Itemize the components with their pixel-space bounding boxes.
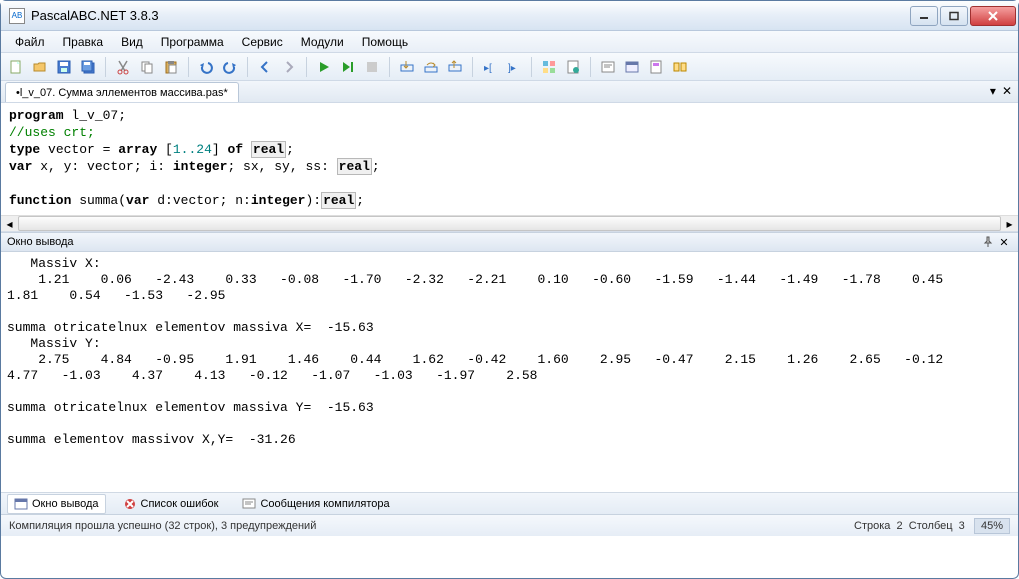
output-text: Massiv X: 1.21 0.06 -2.43 0.33 -0.08 -1.… (1, 252, 1018, 452)
file-tab-label: •l_v_07. Сумма эллементов массива.pas* (16, 87, 228, 99)
file-tab[interactable]: •l_v_07. Сумма эллементов массива.pas* (5, 82, 239, 102)
scroll-thumb[interactable] (18, 216, 1001, 231)
menu-modules[interactable]: Модули (293, 33, 352, 51)
view-code-icon[interactable] (597, 56, 619, 78)
output-panel-header: Окно вывода ✕ (1, 232, 1018, 252)
step-over-icon[interactable] (420, 56, 442, 78)
messages-tab-icon (242, 497, 256, 511)
run-no-debug-icon[interactable] (337, 56, 359, 78)
nav-forward-icon[interactable] (278, 56, 300, 78)
statusbar: Компиляция прошла успешно (32 строк), 3 … (1, 514, 1018, 536)
save-all-icon[interactable] (77, 56, 99, 78)
output-panel[interactable]: Massiv X: 1.21 0.06 -2.43 0.33 -0.08 -1.… (1, 252, 1018, 492)
toolbar: ▸[ ]▸ (1, 53, 1018, 81)
tab-strip: •l_v_07. Сумма эллементов массива.pas* ▾… (1, 81, 1018, 103)
separator (590, 57, 591, 77)
panel-close-icon[interactable]: ✕ (996, 234, 1012, 250)
titlebar: AB PascalABC.NET 3.8.3 (1, 1, 1018, 31)
tab-errors[interactable]: Список ошибок (116, 494, 226, 514)
status-message: Компиляция прошла успешно (32 строк), 3 … (9, 520, 316, 532)
cut-icon[interactable] (112, 56, 134, 78)
step-out-icon[interactable] (444, 56, 466, 78)
run-icon[interactable] (313, 56, 335, 78)
code-editor[interactable]: program l_v_07; //uses crt; type vector … (1, 103, 1018, 215)
editor-hscrollbar[interactable]: ◂ ▸ (1, 215, 1018, 232)
open-icon[interactable] (29, 56, 51, 78)
stop-icon[interactable] (361, 56, 383, 78)
brackets-out-icon[interactable]: ]▸ (503, 56, 525, 78)
comment: //uses crt; (9, 125, 95, 140)
separator (188, 57, 189, 77)
grid-icon[interactable] (538, 56, 560, 78)
close-button[interactable] (970, 6, 1016, 26)
menu-help[interactable]: Помощь (354, 33, 416, 51)
new-file-icon[interactable] (5, 56, 27, 78)
status-col: 3 (959, 520, 965, 532)
status-col-label: Столбец (909, 520, 953, 532)
maximize-button[interactable] (940, 6, 968, 26)
undo-icon[interactable] (195, 56, 217, 78)
separator (531, 57, 532, 77)
scroll-left-icon[interactable]: ◂ (1, 216, 18, 231)
nav-back-icon[interactable] (254, 56, 276, 78)
compile-icon[interactable] (562, 56, 584, 78)
svg-text:▸[: ▸[ (484, 63, 492, 74)
app-icon: AB (9, 8, 25, 24)
menu-view[interactable]: Вид (113, 33, 151, 51)
menu-service[interactable]: Сервис (234, 33, 291, 51)
tab-compiler-messages[interactable]: Сообщения компилятора (235, 494, 396, 514)
view-form-icon[interactable] (621, 56, 643, 78)
project-icon[interactable] (645, 56, 667, 78)
status-line: 2 (897, 520, 903, 532)
status-line-label: Строка (854, 520, 890, 532)
modules-icon[interactable] (669, 56, 691, 78)
redo-icon[interactable] (219, 56, 241, 78)
status-percent: 45% (974, 518, 1010, 534)
separator (247, 57, 248, 77)
separator (105, 57, 106, 77)
copy-icon[interactable] (136, 56, 158, 78)
scroll-right-icon[interactable]: ▸ (1001, 216, 1018, 231)
keyword: program (9, 108, 64, 123)
menu-edit[interactable]: Правка (55, 33, 112, 51)
bottom-tabstrip: Окно вывода Список ошибок Сообщения комп… (1, 492, 1018, 514)
separator (472, 57, 473, 77)
step-into-icon[interactable] (396, 56, 418, 78)
separator (389, 57, 390, 77)
tab-output[interactable]: Окно вывода (7, 494, 106, 514)
minimize-button[interactable] (910, 6, 938, 26)
output-tab-icon (14, 497, 28, 511)
window-controls (910, 6, 1016, 26)
output-panel-title: Окно вывода (7, 236, 74, 248)
tab-close-icon[interactable]: ✕ (1002, 84, 1012, 98)
menubar: Файл Правка Вид Программа Сервис Модули … (1, 31, 1018, 53)
paste-icon[interactable] (160, 56, 182, 78)
menu-program[interactable]: Программа (153, 33, 232, 51)
save-icon[interactable] (53, 56, 75, 78)
svg-text:]▸: ]▸ (508, 63, 516, 74)
window-title: PascalABC.NET 3.8.3 (31, 8, 910, 23)
menu-file[interactable]: Файл (7, 33, 53, 51)
tab-dropdown-icon[interactable]: ▾ (990, 84, 996, 98)
separator (306, 57, 307, 77)
pin-icon[interactable] (980, 234, 996, 250)
brackets-in-icon[interactable]: ▸[ (479, 56, 501, 78)
errors-tab-icon (123, 497, 137, 511)
